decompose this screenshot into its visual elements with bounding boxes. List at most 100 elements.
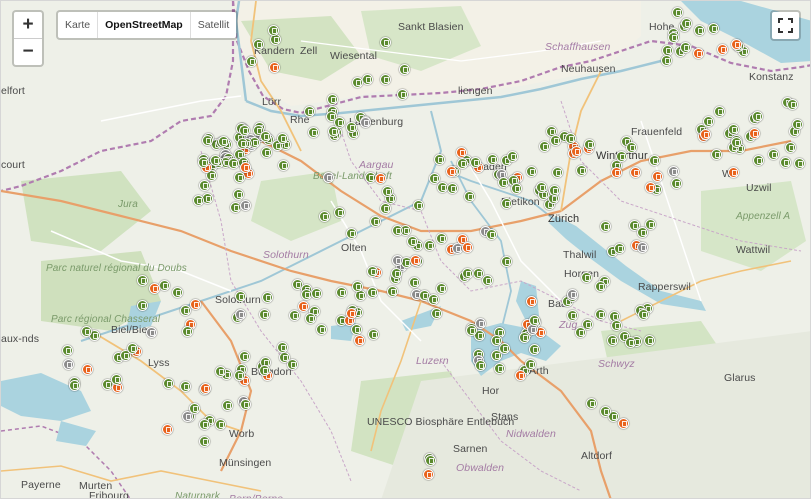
map-marker[interactable] bbox=[457, 158, 468, 169]
map-marker[interactable] bbox=[375, 173, 386, 184]
map-marker[interactable] bbox=[368, 329, 379, 340]
map-marker[interactable] bbox=[352, 281, 363, 292]
map-marker[interactable] bbox=[501, 256, 512, 267]
map-marker[interactable] bbox=[475, 360, 486, 371]
map-marker[interactable] bbox=[367, 266, 378, 277]
map-marker[interactable] bbox=[711, 149, 722, 160]
map-marker[interactable] bbox=[447, 183, 458, 194]
map-marker[interactable] bbox=[693, 48, 704, 59]
map-marker[interactable] bbox=[462, 268, 473, 279]
map-marker[interactable] bbox=[437, 182, 448, 193]
map-marker[interactable] bbox=[525, 359, 536, 370]
map-marker[interactable] bbox=[367, 287, 378, 298]
map-marker[interactable] bbox=[668, 166, 679, 177]
map-marker[interactable] bbox=[62, 345, 73, 356]
map-marker[interactable] bbox=[190, 299, 201, 310]
map-marker[interactable] bbox=[507, 151, 518, 162]
map-marker[interactable] bbox=[529, 344, 540, 355]
map-marker[interactable] bbox=[413, 200, 424, 211]
map-marker[interactable] bbox=[703, 116, 714, 127]
map-marker[interactable] bbox=[298, 301, 309, 312]
map-marker[interactable] bbox=[352, 77, 363, 88]
map-marker[interactable] bbox=[550, 135, 561, 146]
map-marker[interactable] bbox=[611, 320, 622, 331]
map-marker[interactable] bbox=[189, 403, 200, 414]
map-marker[interactable] bbox=[511, 183, 522, 194]
fullscreen-button[interactable] bbox=[770, 10, 801, 41]
map-marker[interactable] bbox=[327, 94, 338, 105]
map-marker[interactable] bbox=[536, 182, 547, 193]
map-marker[interactable] bbox=[228, 158, 239, 169]
map-marker[interactable] bbox=[668, 32, 679, 43]
map-marker[interactable] bbox=[234, 172, 245, 183]
map-marker[interactable] bbox=[316, 324, 327, 335]
map-marker[interactable] bbox=[470, 157, 481, 168]
map-marker[interactable] bbox=[409, 277, 420, 288]
map-marker[interactable] bbox=[491, 335, 502, 346]
map-marker[interactable] bbox=[567, 289, 578, 300]
map-marker[interactable] bbox=[304, 106, 315, 117]
map-marker[interactable] bbox=[163, 378, 174, 389]
map-marker[interactable] bbox=[200, 383, 211, 394]
map-marker[interactable] bbox=[644, 335, 655, 346]
map-marker[interactable] bbox=[239, 351, 250, 362]
map-marker[interactable] bbox=[462, 242, 473, 253]
map-marker[interactable] bbox=[424, 240, 435, 251]
map-marker[interactable] bbox=[700, 129, 711, 140]
map-marker[interactable] bbox=[649, 155, 660, 166]
map-marker[interactable] bbox=[661, 55, 672, 66]
map-marker[interactable] bbox=[279, 352, 290, 363]
map-marker[interactable] bbox=[81, 326, 92, 337]
map-marker[interactable] bbox=[334, 207, 345, 218]
map-marker[interactable] bbox=[486, 229, 497, 240]
map-marker[interactable] bbox=[565, 133, 576, 144]
map-marker[interactable] bbox=[436, 233, 447, 244]
map-marker[interactable] bbox=[262, 292, 273, 303]
map-marker[interactable] bbox=[423, 469, 434, 480]
map-marker[interactable] bbox=[199, 419, 210, 430]
map-marker[interactable] bbox=[611, 167, 622, 178]
map-marker[interactable] bbox=[380, 37, 391, 48]
map-marker[interactable] bbox=[82, 364, 93, 375]
layer-satellit-button[interactable]: Satellit bbox=[189, 12, 237, 38]
map-marker[interactable] bbox=[494, 363, 505, 374]
map-marker[interactable] bbox=[584, 139, 595, 150]
map-marker[interactable] bbox=[323, 172, 334, 183]
map-marker[interactable] bbox=[549, 185, 560, 196]
map-marker[interactable] bbox=[63, 359, 74, 370]
map-marker[interactable] bbox=[425, 455, 436, 466]
map-marker[interactable] bbox=[162, 424, 173, 435]
map-marker[interactable] bbox=[370, 216, 381, 227]
map-marker[interactable] bbox=[708, 23, 719, 34]
map-marker[interactable] bbox=[618, 418, 629, 429]
map-marker[interactable] bbox=[308, 127, 319, 138]
map-marker[interactable] bbox=[260, 131, 271, 142]
map-marker[interactable] bbox=[234, 370, 245, 381]
map-marker[interactable] bbox=[600, 221, 611, 232]
map-marker[interactable] bbox=[346, 228, 357, 239]
map-marker[interactable] bbox=[728, 167, 739, 178]
map-marker[interactable] bbox=[237, 138, 248, 149]
map-marker[interactable] bbox=[269, 62, 280, 73]
map-marker[interactable] bbox=[380, 74, 391, 85]
map-marker[interactable] bbox=[235, 309, 246, 320]
map-marker[interactable] bbox=[336, 287, 347, 298]
map-marker[interactable] bbox=[407, 236, 418, 247]
map-marker[interactable] bbox=[501, 198, 512, 209]
map-marker[interactable] bbox=[215, 366, 226, 377]
map-marker[interactable] bbox=[581, 272, 592, 283]
map-marker[interactable] bbox=[794, 158, 805, 169]
map-marker[interactable] bbox=[180, 381, 191, 392]
map-marker[interactable] bbox=[199, 436, 210, 447]
map-marker[interactable] bbox=[215, 419, 226, 430]
map-marker[interactable] bbox=[137, 300, 148, 311]
map-marker[interactable] bbox=[410, 255, 421, 266]
map-marker[interactable] bbox=[753, 155, 764, 166]
map-marker[interactable] bbox=[436, 283, 447, 294]
map-marker[interactable] bbox=[380, 203, 391, 214]
map-marker[interactable] bbox=[785, 142, 796, 153]
map-marker[interactable] bbox=[607, 335, 618, 346]
map-marker[interactable] bbox=[694, 25, 705, 36]
layer-openstreetmap-button[interactable]: OpenStreetMap bbox=[97, 12, 190, 38]
map-marker[interactable] bbox=[239, 125, 250, 136]
